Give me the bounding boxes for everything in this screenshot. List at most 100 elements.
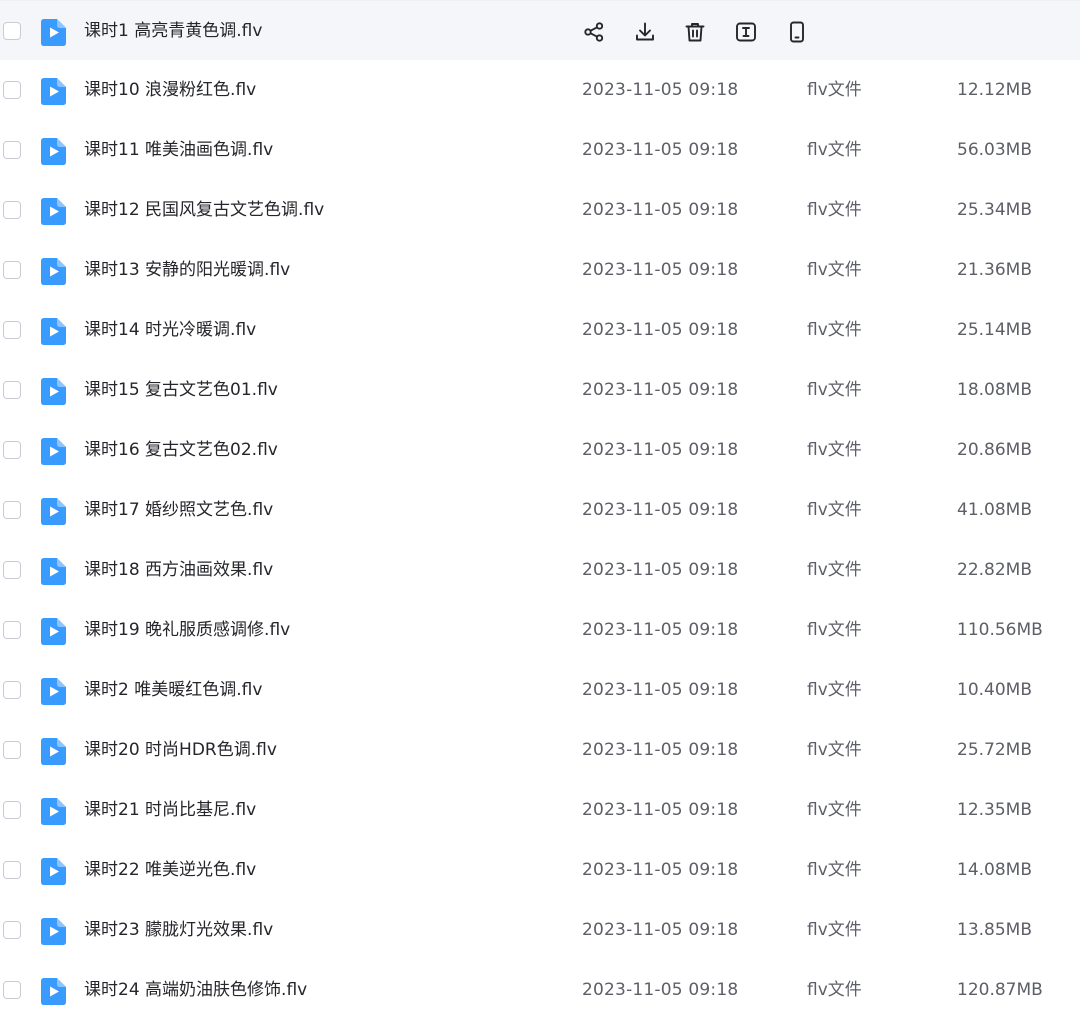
table-row[interactable]: 课时19 晚礼服质感调修.flv 2023-11-05 09:18 flv文件 110… [0,600,1080,660]
file-size: 12.12MB [957,80,1032,100]
row-checkbox[interactable] [3,141,21,159]
play-video-file-icon [41,798,66,825]
modified-time: 2023-11-05 09:18 [582,200,739,220]
table-row[interactable]: 课时16 复古文艺色02.flv 2023-11-05 09:18 flv文件 20.… [0,420,1080,480]
file-type: flv文件 [807,260,862,280]
file-name[interactable]: 课时13 安静的阳光暖调.flv [84,240,290,300]
modified-time: 2023-11-05 09:18 [582,440,739,460]
table-row[interactable]: 课时23 朦胧灯光效果.flv 2023-11-05 09:18 flv文件 13.8… [0,900,1080,960]
play-video-file-icon [41,918,66,945]
row-checkbox[interactable] [3,201,21,219]
table-row[interactable]: 课时24 高端奶油肤色修饰.flv 2023-11-05 09:18 flv文件 12… [0,960,1080,1020]
play-video-file-icon [41,558,66,585]
row-checkbox[interactable] [3,801,21,819]
file-name[interactable]: 课时19 晚礼服质感调修.flv [84,600,290,660]
file-size: 25.14MB [957,320,1032,340]
file-name[interactable]: 课时10 浪漫粉红色.flv [84,60,256,120]
table-row[interactable]: 课时15 复古文艺色01.flv 2023-11-05 09:18 flv文件 18.… [0,360,1080,420]
row-checkbox[interactable] [3,381,21,399]
play-video-file-icon [41,618,66,645]
file-type: flv文件 [807,320,862,340]
file-type: flv文件 [807,980,862,1000]
play-video-file-icon [41,78,66,105]
table-row[interactable]: 课时10 浪漫粉红色.flv 2023-11-05 09:18 flv文件 12.12… [0,60,1080,120]
file-type: flv文件 [807,500,862,520]
file-type: flv文件 [807,920,862,940]
file-size: 10.40MB [957,680,1032,700]
share-icon[interactable] [582,20,606,44]
play-video-file-icon [41,318,66,345]
modified-time: 2023-11-05 09:18 [582,80,739,100]
file-name[interactable]: 课时21 时尚比基尼.flv [84,780,256,840]
row-checkbox[interactable] [3,81,21,99]
file-type: flv文件 [807,200,862,220]
send-to-phone-icon[interactable] [785,20,809,44]
table-row[interactable]: 课时18 西方油画效果.flv 2023-11-05 09:18 flv文件 22.8… [0,540,1080,600]
table-row[interactable]: 课时20 时尚HDR色调.flv 2023-11-05 09:18 flv文件 25.… [0,720,1080,780]
row-checkbox[interactable] [3,261,21,279]
file-name[interactable]: 课时23 朦胧灯光效果.flv [84,900,273,960]
row-checkbox[interactable] [3,321,21,339]
row-checkbox[interactable] [3,501,21,519]
file-type: flv文件 [807,560,862,580]
table-row[interactable]: 课时12 民国风复古文艺色调.flv 2023-11-05 09:18 flv文件 2… [0,180,1080,240]
table-row[interactable]: 课时22 唯美逆光色.flv 2023-11-05 09:18 flv文件 14.08… [0,840,1080,900]
file-type: flv文件 [807,80,862,100]
file-name[interactable]: 课时14 时光冷暖调.flv [84,300,256,360]
row-checkbox[interactable] [3,981,21,999]
row-checkbox[interactable] [3,22,21,40]
file-name[interactable]: 课时15 复古文艺色01.flv [84,360,278,420]
file-name[interactable]: 课时11 唯美油画色调.flv [84,120,273,180]
play-video-file-icon [41,438,66,465]
file-name[interactable]: 课时18 西方油画效果.flv [84,540,273,600]
rename-icon[interactable] [734,20,758,44]
play-video-file-icon [41,258,66,285]
file-type: flv文件 [807,800,862,820]
file-size: 120.87MB [957,980,1043,1000]
table-row[interactable]: 课时1 高亮青黄色调.flv [0,0,1080,60]
file-size: 13.85MB [957,920,1032,940]
play-video-file-icon [41,138,66,165]
file-size: 18.08MB [957,380,1032,400]
table-row[interactable]: 课时17 婚纱照文艺色.flv 2023-11-05 09:18 flv文件 41.0… [0,480,1080,540]
modified-time: 2023-11-05 09:18 [582,680,739,700]
modified-time: 2023-11-05 09:18 [582,140,739,160]
table-row[interactable]: 课时11 唯美油画色调.flv 2023-11-05 09:18 flv文件 56.0… [0,120,1080,180]
file-list: 课时1 高亮青黄色调.flv 课时10 浪漫粉红色.flv 2023-11-05 … [0,0,1080,1020]
modified-time: 2023-11-05 09:18 [582,620,739,640]
file-name[interactable]: 课时20 时尚HDR色调.flv [84,720,277,780]
file-type: flv文件 [807,380,862,400]
modified-time: 2023-11-05 09:18 [582,380,739,400]
file-size: 56.03MB [957,140,1032,160]
play-video-file-icon [41,978,66,1005]
file-name[interactable]: 课时22 唯美逆光色.flv [84,840,256,900]
file-name[interactable]: 课时24 高端奶油肤色修饰.flv [84,960,307,1020]
file-name[interactable]: 课时2 唯美暖红色调.flv [84,660,262,720]
file-name[interactable]: 课时16 复古文艺色02.flv [84,420,278,480]
file-type: flv文件 [807,740,862,760]
file-size: 12.35MB [957,800,1032,820]
row-checkbox[interactable] [3,741,21,759]
file-type: flv文件 [807,140,862,160]
play-video-file-icon [41,198,66,225]
modified-time: 2023-11-05 09:18 [582,320,739,340]
delete-icon[interactable] [683,20,707,44]
row-checkbox[interactable] [3,441,21,459]
file-name[interactable]: 课时1 高亮青黄色调.flv [84,1,262,61]
file-rows: 课时10 浪漫粉红色.flv 2023-11-05 09:18 flv文件 12.12… [0,60,1080,1020]
row-checkbox[interactable] [3,681,21,699]
file-size: 41.08MB [957,500,1032,520]
table-row[interactable]: 课时2 唯美暖红色调.flv 2023-11-05 09:18 flv文件 10.40… [0,660,1080,720]
table-row[interactable]: 课时13 安静的阳光暖调.flv 2023-11-05 09:18 flv文件 21.… [0,240,1080,300]
file-type: flv文件 [807,860,862,880]
table-row[interactable]: 课时21 时尚比基尼.flv 2023-11-05 09:18 flv文件 12.35… [0,780,1080,840]
file-name[interactable]: 课时12 民国风复古文艺色调.flv [84,180,324,240]
row-checkbox[interactable] [3,861,21,879]
file-name[interactable]: 课时17 婚纱照文艺色.flv [84,480,273,540]
row-checkbox[interactable] [3,921,21,939]
table-row[interactable]: 课时14 时光冷暖调.flv 2023-11-05 09:18 flv文件 25.14… [0,300,1080,360]
download-icon[interactable] [633,20,657,44]
file-type: flv文件 [807,680,862,700]
row-checkbox[interactable] [3,561,21,579]
row-checkbox[interactable] [3,621,21,639]
